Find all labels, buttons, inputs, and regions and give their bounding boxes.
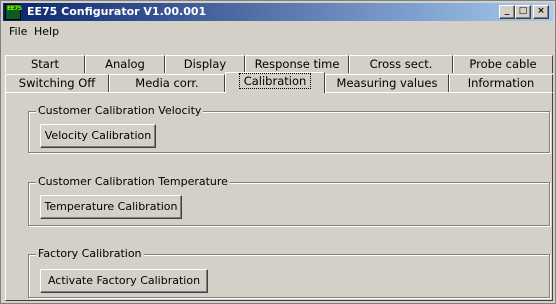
title-bar[interactable]: EE75 EE75 Configurator V1.00.001 _ □ × [3,3,553,21]
app-window: EE75 EE75 Configurator V1.00.001 _ □ × F… [0,0,556,304]
velocity-calibration-button[interactable]: Velocity Calibration [40,124,156,148]
group-factory-title: Factory Calibration [36,247,144,260]
menu-bar: File Help [3,22,553,40]
minimize-button[interactable]: _ [499,5,515,19]
window-title: EE75 Configurator V1.00.001 [27,5,207,18]
tab-cross-sect[interactable]: Cross sect. [349,55,453,73]
maximize-button[interactable]: □ [515,5,531,19]
activate-factory-calibration-button[interactable]: Activate Factory Calibration [40,269,208,293]
group-velocity-title: Customer Calibration Velocity [36,104,204,117]
tab-start[interactable]: Start [5,55,85,73]
tab-information[interactable]: Information [449,74,553,92]
app-icon[interactable]: EE75 [5,4,22,20]
group-temperature: Customer Calibration Temperature Tempera… [28,175,550,226]
group-factory: Factory Calibration Activate Factory Cal… [28,247,550,298]
menu-help[interactable]: Help [34,25,59,38]
tab-analog[interactable]: Analog [85,55,165,73]
tab-calibration[interactable]: Calibration [225,72,325,93]
tab-calibration-label: Calibration [238,73,312,89]
app-icon-label: EE75 [7,5,22,12]
group-temperature-title: Customer Calibration Temperature [36,175,230,188]
tab-probe-cable[interactable]: Probe cable [453,55,553,73]
tab-response-time[interactable]: Response time [245,55,349,73]
group-velocity: Customer Calibration Velocity Velocity C… [28,104,550,153]
tab-display[interactable]: Display [165,55,245,73]
menu-file[interactable]: File [9,25,27,38]
close-button[interactable]: × [533,5,549,19]
temperature-calibration-button[interactable]: Temperature Calibration [40,195,182,219]
tab-media-corr[interactable]: Media corr. [109,74,225,92]
calibration-panel: Customer Calibration Velocity Velocity C… [5,92,553,301]
tab-switching-off[interactable]: Switching Off [5,74,109,92]
tab-measuring-values[interactable]: Measuring values [325,74,449,92]
